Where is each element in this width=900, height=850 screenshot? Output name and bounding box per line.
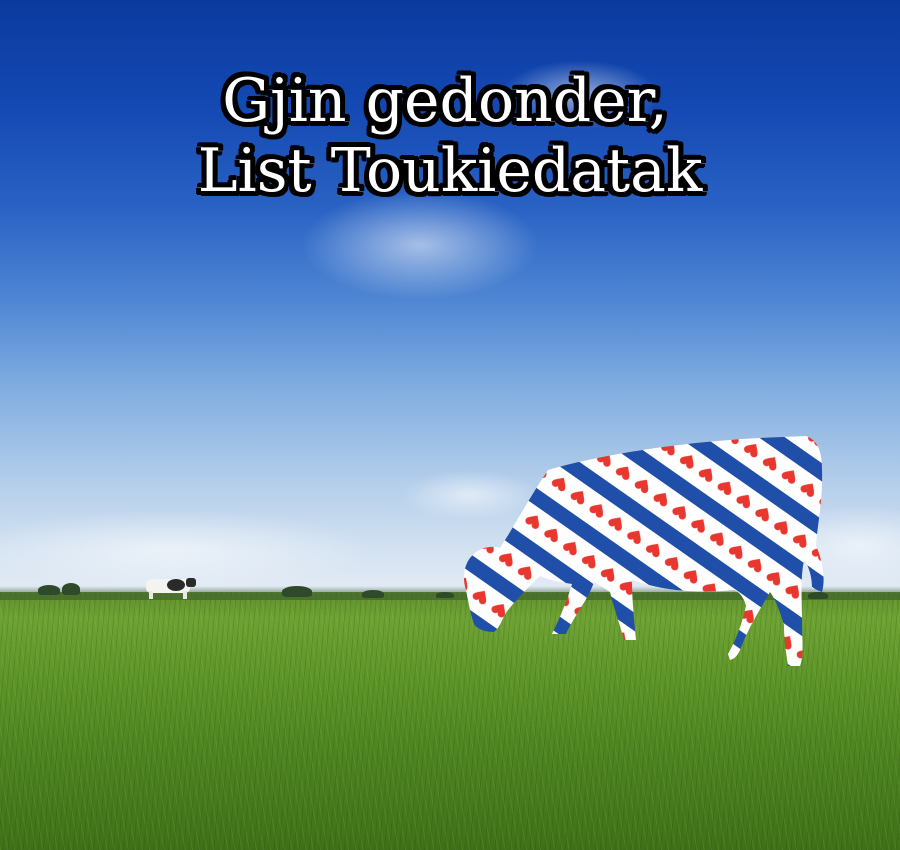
distant-cow-icon — [146, 578, 196, 599]
meadow-scene: Gjin gedonder, List Toukiedatak — [0, 0, 900, 850]
headline: Gjin gedonder, List Toukiedatak — [0, 66, 900, 206]
headline-line-2: List Toukiedatak — [197, 136, 703, 206]
headline-line-1: Gjin gedonder, — [222, 66, 668, 136]
frisian-flag-cow-silhouette-icon — [463, 436, 824, 666]
